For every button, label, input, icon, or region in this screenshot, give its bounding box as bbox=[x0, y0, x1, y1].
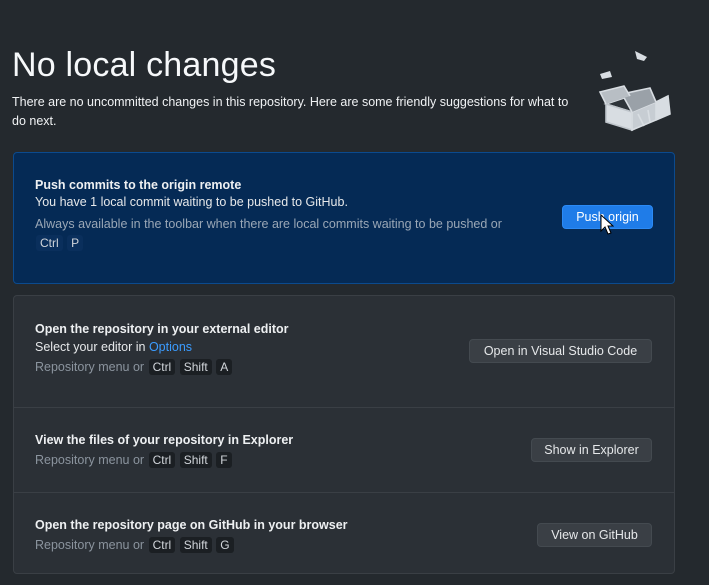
show-in-explorer-button[interactable]: Show in Explorer bbox=[531, 438, 652, 462]
options-link[interactable]: Options bbox=[149, 340, 192, 354]
shortcut-key: G bbox=[216, 537, 234, 553]
shortcut-key: A bbox=[216, 359, 233, 375]
shortcut-key: Ctrl bbox=[36, 235, 63, 251]
shortcut-key: Shift bbox=[179, 359, 212, 375]
explorer-hint-text: Repository menu or bbox=[35, 453, 145, 467]
mouse-cursor-icon bbox=[600, 214, 614, 235]
github-row: Open the repository page on GitHub in yo… bbox=[14, 492, 674, 575]
editor-subtitle-text: Select your editor in bbox=[35, 340, 149, 354]
shortcut-key: Ctrl bbox=[148, 452, 176, 468]
open-in-editor-button[interactable]: Open in Visual Studio Code bbox=[469, 339, 652, 363]
shortcut-key: F bbox=[216, 452, 232, 468]
shortcut-key: Shift bbox=[179, 537, 212, 553]
empty-box-illustration-icon bbox=[598, 51, 671, 132]
page-title: No local changes bbox=[12, 46, 277, 84]
shortcut-key: Ctrl bbox=[148, 359, 176, 375]
view-on-github-button[interactable]: View on GitHub bbox=[537, 523, 652, 547]
push-hint-text: Always available in the toolbar when the… bbox=[35, 217, 502, 231]
editor-title: Open the repository in your external edi… bbox=[35, 322, 289, 336]
editor-row: Open the repository in your external edi… bbox=[14, 296, 674, 407]
shortcut-key: Shift bbox=[179, 452, 212, 468]
github-hint-text: Repository menu or bbox=[35, 538, 145, 552]
explorer-row: View the files of your repository in Exp… bbox=[14, 407, 674, 492]
page-description: There are no uncommitted changes in this… bbox=[12, 95, 569, 128]
shortcut-key: P bbox=[67, 235, 84, 251]
suggestions-group: Open the repository in your external edi… bbox=[13, 295, 675, 574]
push-shortcut: Ctrl P bbox=[35, 235, 674, 251]
push-card: Push commits to the origin remote You ha… bbox=[13, 152, 675, 284]
shortcut-key: Ctrl bbox=[148, 537, 176, 553]
editor-hint-text: Repository menu or bbox=[35, 360, 145, 374]
push-title: Push commits to the origin remote bbox=[35, 178, 242, 192]
